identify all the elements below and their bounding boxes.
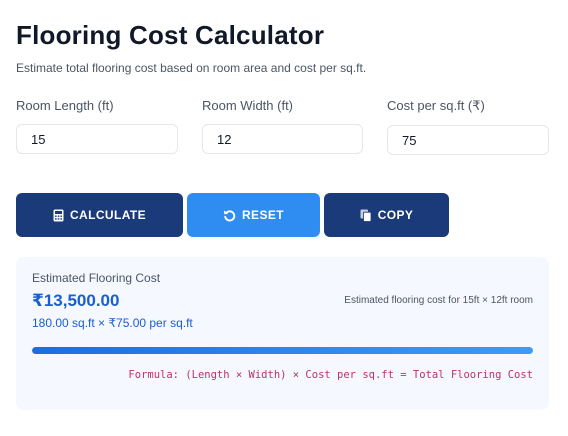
result-progress-fill [32, 347, 533, 354]
result-panel: Estimated Flooring Cost ₹13,500.00 Estim… [16, 257, 549, 410]
cost-per-sqft-input[interactable] [387, 125, 549, 155]
room-length-label: Room Length (ft) [16, 98, 114, 113]
result-calculation: 180.00 sq.ft × ₹75.00 per sq.ft [32, 316, 193, 330]
calculator-icon [53, 209, 64, 222]
calculate-button[interactable]: CALCULATE [16, 193, 183, 237]
calculator-page: Flooring Cost Calculator Estimate total … [0, 0, 568, 436]
result-amount: ₹13,500.00 [32, 291, 120, 310]
result-progress-bar [32, 347, 533, 354]
page-title: Flooring Cost Calculator [16, 20, 325, 50]
formula-text: Formula: (Length × Width) × Cost per sq.… [128, 369, 533, 381]
copy-icon [360, 209, 372, 222]
result-note: Estimated flooring cost for 15ft × 12ft … [344, 295, 533, 306]
reset-icon [223, 209, 236, 222]
cost-per-sqft-label: Cost per sq.ft (₹) [387, 98, 485, 113]
calculate-button-label: CALCULATE [69, 208, 147, 222]
result-label: Estimated Flooring Cost [32, 271, 161, 285]
room-width-input[interactable] [202, 124, 363, 154]
copy-button-label: COPY [377, 208, 414, 222]
room-width-field: Room Width (ft) [202, 98, 363, 154]
reset-button-label: RESET [241, 208, 284, 222]
cost-per-sqft-field: Cost per sq.ft (₹) [387, 98, 549, 155]
room-length-input[interactable] [16, 124, 178, 154]
room-length-field: Room Length (ft) [16, 98, 178, 154]
copy-button[interactable]: COPY [324, 193, 449, 237]
page-subtitle: Estimate total flooring cost based on ro… [16, 61, 367, 75]
reset-button[interactable]: RESET [187, 193, 320, 237]
room-width-label: Room Width (ft) [202, 98, 294, 113]
